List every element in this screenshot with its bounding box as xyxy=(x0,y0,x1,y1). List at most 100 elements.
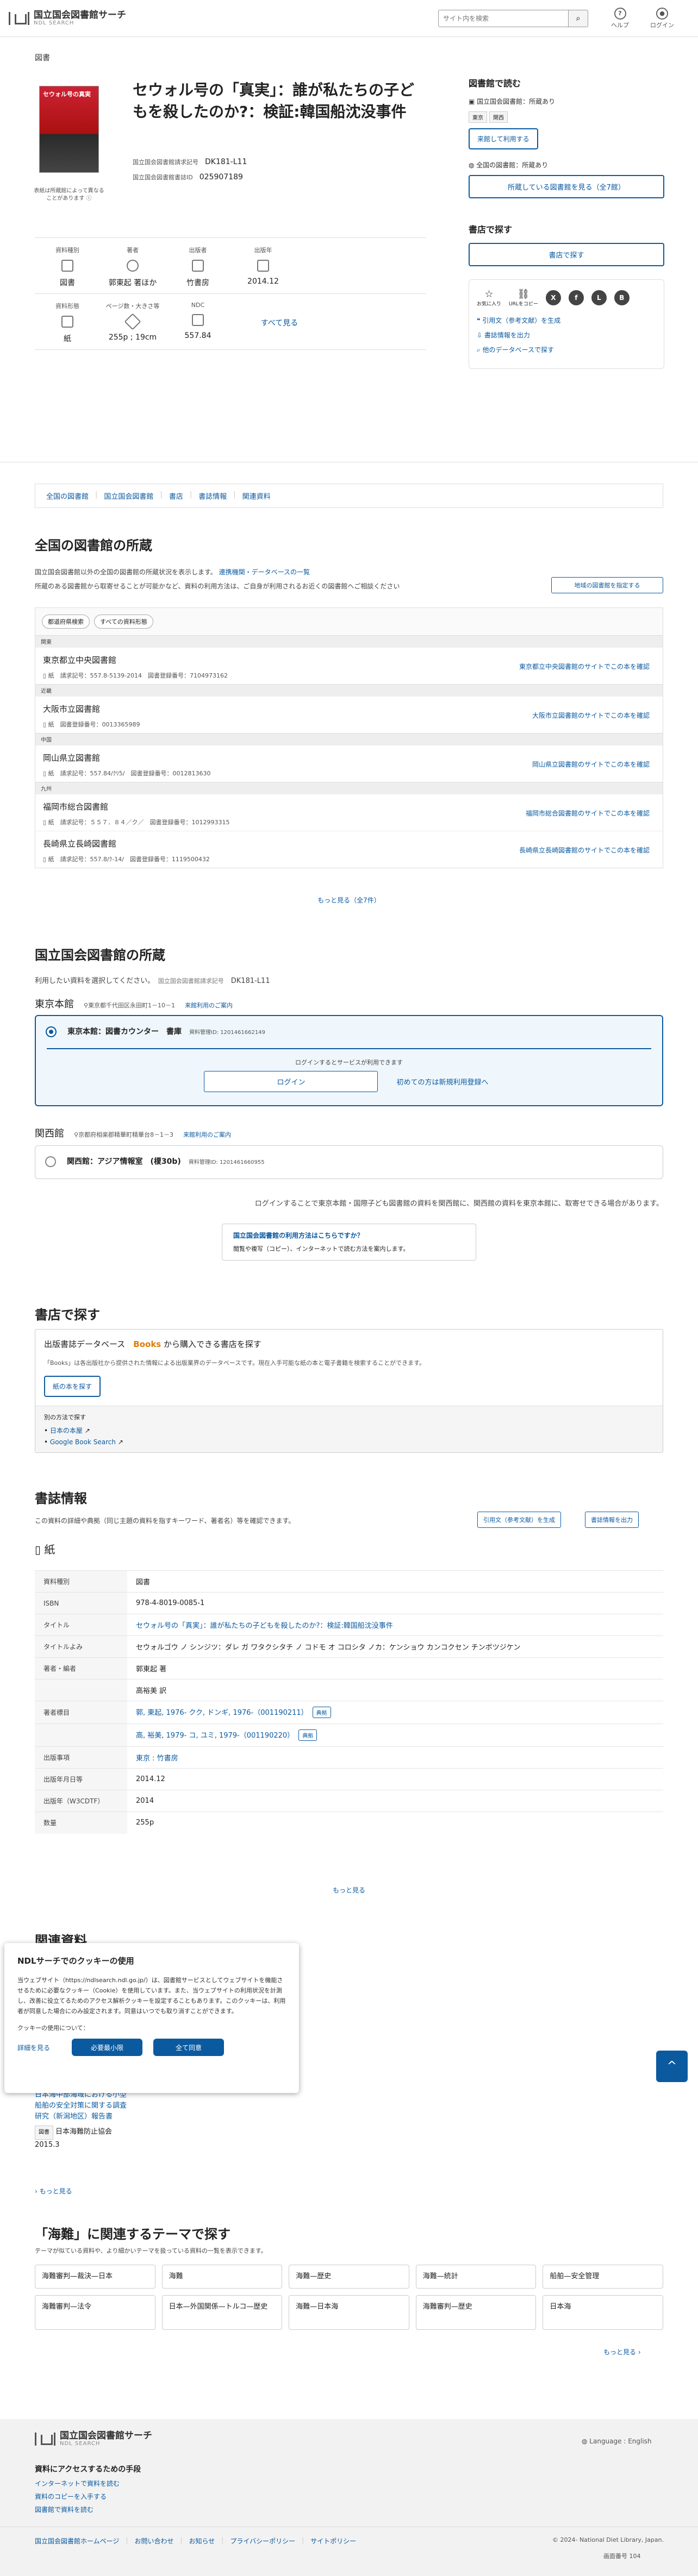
authority-badge[interactable]: 典拠 xyxy=(312,1707,331,1718)
related-more-link[interactable]: › もっと見る xyxy=(35,2186,72,2196)
theme-item[interactable]: 海難審判—歴史 xyxy=(415,2295,537,2330)
login-button[interactable]: ● ログイン xyxy=(650,8,674,29)
metadata-summary: 資料種別 図書 著者 郭東起 著ほか 出版者 竹書房 出版年 2014.12 資料形態紙… xyxy=(35,237,426,350)
cookie-necessary-button[interactable]: 必要最小限 xyxy=(72,2039,143,2056)
author-heading-link[interactable]: 郭, 東起, 1976- クク, ドンギ, 1976-（001190211） xyxy=(136,1709,308,1717)
biblio-more-link[interactable]: もっと見る xyxy=(0,1885,698,1895)
theme-item[interactable]: 海難審判—裁決—日本 xyxy=(35,2265,155,2289)
calendar-icon xyxy=(257,260,269,272)
amazon-link[interactable]: 日本の本屋 xyxy=(50,1427,83,1434)
other-db-link[interactable]: ⌕ 他のデータベースで探す xyxy=(477,345,656,354)
theme-grid: 海難審判—裁決—日本 海難 海難—歴史 海難—統計 船舶—安全管理 海難審判—法… xyxy=(35,2265,663,2330)
meta-pages: ページ数・大きさ等 255p ; 19cm xyxy=(105,303,160,342)
meta-see-all-link[interactable]: すべて見る xyxy=(230,302,328,344)
footer-logo[interactable]: 国立国会図書館サーチ NDL SEARCH xyxy=(35,2431,152,2447)
authority-badge[interactable]: 典拠 xyxy=(298,1729,317,1741)
paper-book-button[interactable]: 紙の本を探す xyxy=(44,1376,101,1397)
theme-item[interactable]: 海難—日本海 xyxy=(289,2295,409,2330)
facebook-share-icon[interactable]: f xyxy=(568,290,584,305)
call-number: DK181-L11 xyxy=(205,158,247,166)
tab-ndl[interactable]: 国立国会図書館 xyxy=(104,491,153,501)
help-label: ヘルプ xyxy=(611,22,629,29)
tab-biblio[interactable]: 書誌情報 xyxy=(198,491,227,501)
prefecture-filter[interactable]: 都道府県検索 xyxy=(42,615,90,629)
copy-url-button[interactable]: ⛓ URLをコピー xyxy=(509,289,538,307)
more-libraries-link[interactable]: もっと見る（全7件） xyxy=(0,895,698,905)
all-libraries-button[interactable]: 所蔵している図書館を見る（全7館） xyxy=(469,175,664,198)
publisher-link[interactable]: 東京 : 竹書房 xyxy=(136,1754,178,1763)
kansai-radio[interactable] xyxy=(45,1156,56,1167)
library-site-link[interactable]: 岡山県立図書館のサイトでこの本を確認 xyxy=(532,760,650,769)
tokyo-guide-link[interactable]: 来館利用のご案内 xyxy=(185,1002,233,1009)
theme-item[interactable]: 日本海 xyxy=(543,2295,663,2330)
books-logo: Books xyxy=(133,1339,161,1349)
theme-item[interactable]: 海難—歴史 xyxy=(289,2265,409,2289)
footer-nav-privacy[interactable]: プライバシーポリシー xyxy=(230,2536,295,2546)
transfer-note: ログインすることで東京本館・国際子ども図書館の資料を関西館に、関西館の資料を東京… xyxy=(254,1200,663,1208)
x-share-icon[interactable]: X xyxy=(545,290,561,305)
region-select-button[interactable]: 地域の図書館を指定する xyxy=(551,577,663,593)
kansai-guide-link[interactable]: 来館利用のご案内 xyxy=(183,1131,231,1138)
footer-link-copy[interactable]: 資料のコピーを入手する xyxy=(35,2492,107,2501)
themes-more-link[interactable]: もっと見る › xyxy=(603,2347,641,2356)
line-share-icon[interactable]: L xyxy=(591,290,607,305)
library-site-link[interactable]: 長崎県立長崎図書館のサイトでこの本を確認 xyxy=(519,845,650,855)
pin-icon: ⚲ xyxy=(74,1131,79,1138)
book-cover-image[interactable]: セウォル号の真実 xyxy=(39,86,99,173)
google-books-link[interactable]: Google Book Search xyxy=(50,1438,116,1446)
library-site-link[interactable]: 大阪市立図書館のサイトでこの本を確認 xyxy=(532,711,650,720)
tab-national[interactable]: 全国の図書館 xyxy=(46,491,89,501)
info-icon[interactable]: ⓘ xyxy=(86,196,92,202)
register-link[interactable]: 初めての方は新規利用登録へ xyxy=(391,1071,494,1092)
theme-item[interactable]: 日本—外国関係—トルコ—歴史 xyxy=(161,2295,283,2330)
theme-item[interactable]: 海難—統計 xyxy=(415,2265,537,2289)
shop-side-heading: 書店で探す xyxy=(469,224,513,235)
table-row: タイトル セウォル号の「真実」：誰が私たちの子どもを殺したのか?：検証:韓国船沈没… xyxy=(35,1614,663,1636)
footer-nav-news[interactable]: お知らせ xyxy=(189,2536,215,2546)
related-item-title[interactable]: 日本海中部海域における小型船舶の安全対策に関する調査研究（新潟地区）報告書 xyxy=(35,2091,127,2121)
author-heading-link[interactable]: 高, 裕美, 1979- コ, ユミ, 1979-（001190220） xyxy=(136,1732,294,1740)
db-list-link[interactable]: 連携機関・データベースの一覧 xyxy=(219,568,310,576)
hatena-share-icon[interactable]: B xyxy=(614,290,630,305)
theme-item[interactable]: 海難 xyxy=(161,2265,283,2289)
usage-info-banner[interactable]: 国立国会図書館の利用方法はこちらですか？ 閲覧や複写（コピー）、インターネットで読… xyxy=(222,1224,476,1261)
language-switch[interactable]: ◍ Language : English xyxy=(582,2437,652,2445)
footer-nav-contact[interactable]: お問い合わせ xyxy=(134,2536,173,2546)
footer-nav-ndl[interactable]: 国立国会図書館ホームページ xyxy=(35,2536,119,2546)
biblio-export-button[interactable]: 書誌情報を出力 xyxy=(585,1512,639,1528)
theme-item[interactable]: 海難審判—法令 xyxy=(35,2295,155,2330)
site-logo[interactable]: 国立国会図書館サーチ NDL SEARCH xyxy=(9,10,126,26)
search-button[interactable]: ⌕ xyxy=(569,10,588,27)
footer-link-online[interactable]: インターネットで資料を読む xyxy=(35,2479,120,2488)
footer-nav-site-policy[interactable]: サイトポリシー xyxy=(310,2536,356,2546)
cite-link[interactable]: ❝ 引用文（参考文献）を生成 xyxy=(477,316,656,325)
ndl-logo-icon xyxy=(35,2432,55,2446)
visit-library-button[interactable]: 来館して利用する xyxy=(469,128,538,149)
site-search-input[interactable] xyxy=(438,10,569,27)
paper-icon xyxy=(61,316,73,328)
footer-link-library[interactable]: 図書館で資料を読む xyxy=(35,2505,94,2514)
library-site-link[interactable]: 福岡市総合図書館のサイトでこの本を確認 xyxy=(526,808,650,818)
table-row: 出版年（W3CDTF） 2014 xyxy=(35,1790,663,1812)
tokyo-radio[interactable] xyxy=(46,1026,57,1037)
library-site-link[interactable]: 東京都立中央図書館のサイトでこの本を確認 xyxy=(519,662,650,671)
classification-icon xyxy=(192,314,204,326)
theme-item[interactable]: 船舶—安全管理 xyxy=(543,2265,663,2289)
export-link[interactable]: ⇩ 書誌情報を出力 xyxy=(477,330,656,340)
cookie-accept-all-button[interactable]: 全て同意 xyxy=(153,2039,225,2056)
favorite-button[interactable]: ☆ お気に入り xyxy=(477,289,501,307)
shop-search-button[interactable]: 書店で探す xyxy=(469,243,664,266)
cookie-detail-link[interactable]: 詳細を見る xyxy=(17,2043,50,2052)
back-to-top-button[interactable]: ^ xyxy=(656,2051,688,2082)
tab-related[interactable]: 関連資料 xyxy=(242,491,271,501)
footer-nav: 国立国会図書館ホームページ | お問い合わせ | お知らせ | プライバシーポリシー |… xyxy=(35,2536,357,2546)
title-link[interactable]: セウォル号の「真実」：誰が私たちの子どもを殺したのか?：検証:韓国船沈没事件 xyxy=(136,1622,393,1630)
related-item-tag: 図書 xyxy=(35,2126,53,2140)
tokyo-holding-card[interactable]: 東京本館：図書カウンター 書庫 資料管理ID: 1201461662149 ログ… xyxy=(35,1015,663,1106)
help-button[interactable]: ? ヘルプ xyxy=(611,8,629,29)
kansai-holding-card[interactable]: 関西館：アジア情報室 (榎30b) 資料管理ID: 1201461660955 xyxy=(35,1145,663,1179)
login-action-button[interactable]: ログイン xyxy=(204,1071,378,1092)
biblio-cite-button[interactable]: 引用文（参考文献）を生成 xyxy=(477,1512,561,1528)
form-filter[interactable]: すべての資料形態 xyxy=(94,615,153,629)
tab-shop[interactable]: 書店 xyxy=(169,491,183,501)
